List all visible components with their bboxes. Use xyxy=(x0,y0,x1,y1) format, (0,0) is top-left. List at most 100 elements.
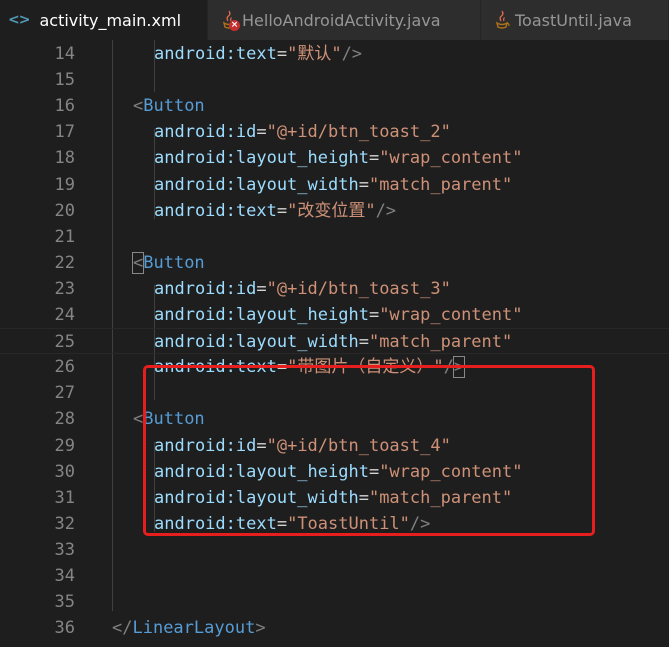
editor-tab-bar: <> activity_main.xml × HelloAndroidActiv… xyxy=(0,0,669,40)
code-line[interactable]: 27 xyxy=(0,380,669,406)
line-number: 29 xyxy=(54,435,75,456)
code-token-brk: /> xyxy=(375,200,397,221)
xml-code-icon: <> xyxy=(8,12,30,28)
code-token-str: "match_parent" xyxy=(368,332,513,353)
code-token-str: "wrap_content" xyxy=(379,305,523,325)
code-line[interactable]: 19 android:layout_width="match_parent" xyxy=(0,172,669,198)
tab-label: ToastUntil.java xyxy=(515,10,632,30)
code-token-tag: Button xyxy=(143,96,205,117)
line-number: 27 xyxy=(54,383,75,404)
code-token-brk: > xyxy=(255,618,266,639)
code-token-attr: android:layout_height xyxy=(154,461,369,482)
code-token-eq: = xyxy=(256,122,267,143)
code-line[interactable]: 20 android:text="改变位置"/> xyxy=(0,198,669,224)
code-line[interactable]: 30 android:layout_height="wrap_content" xyxy=(0,459,669,485)
code-token-eq: = xyxy=(276,44,288,64)
code-token-str: "@+id/btn_toast_4" xyxy=(266,435,451,456)
line-number: 24 xyxy=(54,305,75,325)
code-token-attr: android:text xyxy=(154,513,277,534)
line-number: 32 xyxy=(54,513,75,534)
line-number: 18 xyxy=(54,148,75,169)
line-number: 26 xyxy=(54,357,75,378)
code-token-str: "wrap_content" xyxy=(379,148,523,169)
line-number: 23 xyxy=(54,278,75,299)
code-token-str: "改变位置" xyxy=(287,200,376,221)
code-token-str: "match_parent" xyxy=(368,174,513,195)
code-token-brk: /> xyxy=(409,513,431,534)
line-number: 17 xyxy=(54,122,75,143)
code-token-attr: android:id xyxy=(154,122,257,143)
code-token-str: "默认" xyxy=(287,44,342,64)
code-line[interactable]: 23 android:id="@+id/btn_toast_3" xyxy=(0,276,669,302)
code-token-attr: android:layout_height xyxy=(154,305,369,325)
code-token-brk: < xyxy=(133,409,144,430)
code-line[interactable]: 32 android:text="ToastUntil"/> xyxy=(0,511,669,537)
code-text: android:text="改变位置"/> xyxy=(154,198,396,224)
code-token-str: "@+id/btn_toast_3" xyxy=(266,278,451,299)
code-token-str: "ToastUntil" xyxy=(287,513,410,534)
java-icon xyxy=(493,10,511,30)
code-token-str: "wrap_content" xyxy=(379,461,523,482)
code-token-eq: = xyxy=(368,148,380,169)
line-number: 34 xyxy=(54,566,75,586)
code-line[interactable]: 24 android:layout_height="wrap_content" xyxy=(0,302,669,328)
code-line[interactable]: 17 android:id="@+id/btn_toast_2" xyxy=(0,119,669,145)
code-text: </LinearLayout> xyxy=(112,615,266,641)
code-line[interactable]: 26 android:text="带图片（自定义）"/> xyxy=(0,354,669,380)
code-text: android:layout_height="wrap_content" xyxy=(154,459,522,485)
line-number: 35 xyxy=(54,592,75,613)
code-line[interactable]: 16 <Button xyxy=(0,93,669,119)
code-token-brk: / xyxy=(443,357,454,378)
code-line[interactable]: 15 xyxy=(0,67,669,93)
code-token-brk: /> xyxy=(341,44,363,64)
tab-toast-until-java[interactable]: ToastUntil.java xyxy=(481,0,669,40)
code-token-eq: = xyxy=(358,332,369,353)
line-number: 31 xyxy=(54,487,75,508)
code-line[interactable]: 31 android:layout_width="match_parent" xyxy=(0,485,669,511)
code-token-attr: android:text xyxy=(154,357,277,378)
code-token-brk: </ xyxy=(112,618,133,639)
code-token-eq: = xyxy=(276,513,288,534)
code-line[interactable]: 21 xyxy=(0,224,669,250)
line-number: 22 xyxy=(54,252,75,273)
code-text: <Button xyxy=(133,406,205,432)
code-text: android:layout_height="wrap_content" xyxy=(154,145,522,171)
code-line[interactable]: 22 <Button xyxy=(0,250,669,276)
code-token-attr: android:text xyxy=(154,200,277,221)
tab-hello-android-activity-java[interactable]: × HelloAndroidActivity.java xyxy=(208,0,481,40)
code-token-brk: < xyxy=(133,96,144,117)
code-line[interactable]: 36 </LinearLayout> xyxy=(0,615,669,641)
code-token-attr: android:layout_height xyxy=(154,148,369,169)
line-number: 14 xyxy=(54,44,75,64)
code-line[interactable]: 18 android:layout_height="wrap_content" xyxy=(0,145,669,171)
code-token-eq: = xyxy=(358,487,369,508)
code-token-attr: android:layout_width xyxy=(154,174,359,195)
tab-activity-main-xml[interactable]: <> activity_main.xml xyxy=(0,0,208,40)
code-token-tag: Button xyxy=(143,409,205,430)
code-line[interactable]: 29 android:id="@+id/btn_toast_4" xyxy=(0,433,669,459)
code-line[interactable]: 14 android:text="默认"/> xyxy=(0,41,669,67)
code-line[interactable]: 34 xyxy=(0,563,669,589)
code-token-attr: android:layout_width xyxy=(154,487,359,508)
line-number: 33 xyxy=(54,539,75,560)
code-token-eq: = xyxy=(276,357,288,378)
code-text: android:text="带图片（自定义）"/> xyxy=(154,354,466,380)
code-line[interactable]: 25 android:layout_width="match_parent" xyxy=(0,328,669,355)
code-text: android:layout_width="match_parent" xyxy=(154,172,512,198)
code-editor[interactable]: 14 android:text="默认"/> 15 16 <Button 17 androi… xyxy=(0,40,669,647)
code-token-eq: = xyxy=(358,174,369,195)
code-text: android:layout_height="wrap_content" xyxy=(154,302,522,328)
code-text: <Button xyxy=(133,93,205,119)
code-token-eq: = xyxy=(368,461,380,482)
line-number: 15 xyxy=(54,70,75,91)
code-token-attr: android:id xyxy=(154,435,257,456)
code-token-eq: = xyxy=(368,305,380,325)
tab-label: activity_main.xml xyxy=(39,10,182,30)
code-line[interactable]: 33 xyxy=(0,537,669,563)
code-line[interactable]: 28 <Button xyxy=(0,406,669,432)
code-line[interactable]: 35 xyxy=(0,589,669,615)
code-token-str: "match_parent" xyxy=(368,487,513,508)
code-text: android:id="@+id/btn_toast_2" xyxy=(154,119,451,145)
line-number: 20 xyxy=(54,200,75,221)
code-token-str: "带图片（自定义）" xyxy=(287,357,444,378)
